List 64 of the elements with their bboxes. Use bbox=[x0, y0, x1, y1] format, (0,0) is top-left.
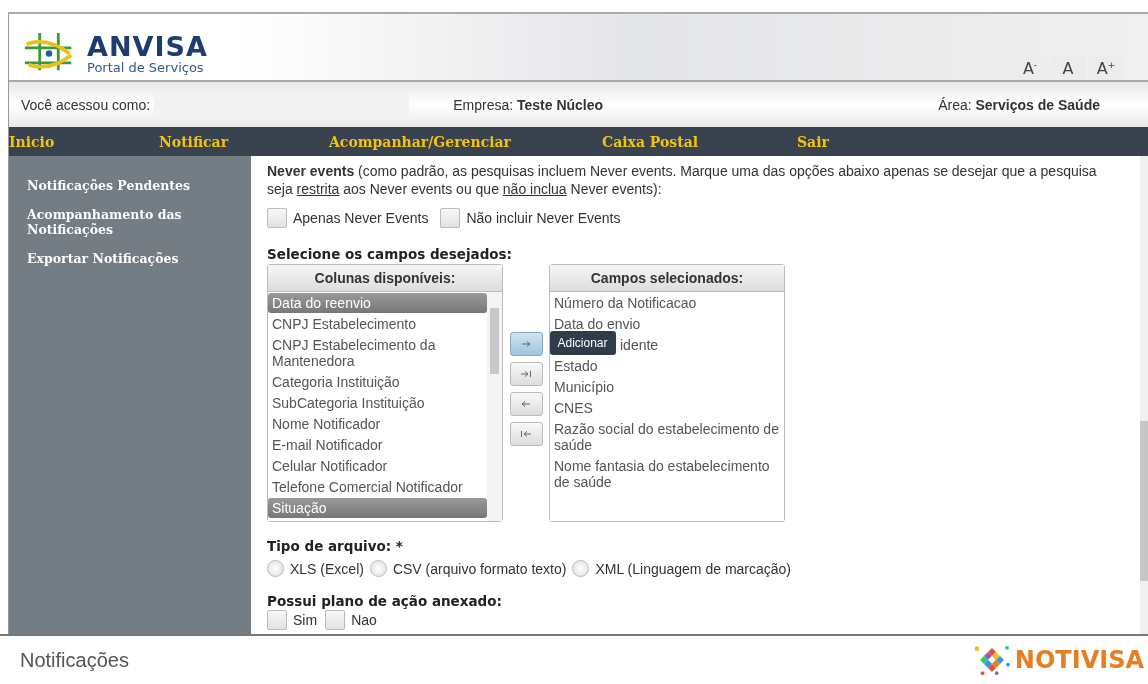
move-button[interactable] bbox=[509, 332, 543, 356]
move-button[interactable] bbox=[509, 422, 543, 446]
sidebar-link[interactable]: Exportar Notificações bbox=[27, 251, 207, 266]
logo-title: ANVISA bbox=[87, 32, 208, 61]
nav-link[interactable]: Sair bbox=[797, 133, 829, 150]
list-item[interactable]: Data do reenvio bbox=[268, 293, 487, 313]
radio-button[interactable] bbox=[572, 560, 590, 577]
right-arrow-bar-icon bbox=[520, 370, 532, 378]
section-title: Possui plano de ação anexado: bbox=[267, 593, 503, 609]
footer-title: Notificações bbox=[20, 648, 129, 672]
logo-subtitle: Portal de Serviços bbox=[87, 60, 205, 75]
scrollbar[interactable] bbox=[487, 292, 502, 521]
list-item[interactable]: CNES bbox=[550, 398, 784, 418]
user-label: Você acessou como: bbox=[21, 96, 151, 113]
checkbox[interactable] bbox=[267, 610, 287, 630]
radio-label: XLS (Excel) bbox=[290, 560, 364, 577]
move-button[interactable] bbox=[509, 392, 543, 416]
list-header: Campos selecionados: bbox=[550, 265, 784, 292]
scrollbar[interactable] bbox=[1140, 156, 1148, 634]
list-item[interactable]: SubCategoria Instituição bbox=[268, 393, 487, 413]
list-header: Colunas disponíveis: bbox=[268, 265, 502, 292]
list-item[interactable]: CNPJ Estabelecimento bbox=[268, 314, 487, 334]
sidebar-link[interactable]: Notificações Pendentes bbox=[27, 178, 207, 193]
sidebar-link[interactable]: Acompanhamento das Notificações bbox=[27, 207, 207, 237]
area-text: Área: Serviços de Saúde bbox=[938, 96, 1100, 113]
list-item[interactable]: Razão social do estabelecimento de saúde bbox=[550, 419, 784, 455]
company-text: Empresa: Teste Núcleo bbox=[453, 96, 604, 113]
checkbox[interactable] bbox=[267, 208, 287, 228]
checkbox-label: Apenas Never Events bbox=[293, 210, 429, 226]
list-item[interactable]: Categoria Instituição bbox=[268, 372, 487, 392]
section-title: Tipo de arquivo: * bbox=[267, 538, 404, 554]
checkbox[interactable] bbox=[440, 208, 461, 228]
list-item[interactable]: Nome fantasia do estabelecimento de saúde bbox=[550, 456, 784, 492]
list-item[interactable]: E-mail Notificador bbox=[268, 435, 487, 455]
checkbox-label: Sim bbox=[293, 612, 318, 628]
list-item[interactable]: Situação bbox=[268, 498, 487, 518]
nav-link[interactable]: Acompanhar/Gerenciar bbox=[329, 133, 602, 150]
list-item[interactable]: Número da Notificacao bbox=[550, 293, 784, 313]
nav-link[interactable]: Caixa Postal bbox=[602, 133, 797, 150]
radio-button[interactable] bbox=[369, 560, 387, 577]
nav-link[interactable]: Notificar bbox=[159, 133, 329, 150]
radio-label: CSV (arquivo formato texto) bbox=[392, 560, 567, 577]
logo-icon bbox=[972, 644, 1011, 676]
list-item[interactable]: Município bbox=[550, 377, 784, 397]
list-item[interactable]: Telefone Comercial Notificador bbox=[268, 477, 487, 497]
list-item[interactable]: Celular Notificador bbox=[268, 456, 487, 476]
list-item[interactable]: Data do envio bbox=[550, 314, 784, 334]
right-arrow-icon bbox=[520, 340, 532, 348]
logo-text: NOTIVISA bbox=[1014, 646, 1144, 674]
left-arrow-bar-icon bbox=[520, 430, 532, 438]
never-events-text: Never events (como padrão, as pesquisas incluem Never events. Marque uma das opções abaixo apenas se desejar que a pesquisa seja restrita aos Never events ou que não inclua Never events): bbox=[267, 162, 1097, 198]
list-item[interactable]: CNPJ Estabelecimento da Mantenedora bbox=[268, 335, 487, 371]
checkbox-label: Nao bbox=[351, 612, 377, 628]
checkbox-label: Não incluir Never Events bbox=[466, 210, 621, 226]
list-item[interactable]: Nome Notificador bbox=[268, 414, 487, 434]
move-button[interactable] bbox=[509, 362, 543, 386]
nav-link[interactable]: Inicio bbox=[9, 133, 159, 150]
radio-label: XML (Linguagem de marcação) bbox=[595, 560, 791, 577]
tooltip: Adicionar bbox=[549, 331, 616, 355]
list-item[interactable]: Estado bbox=[550, 356, 784, 376]
section-title: Selecione os campos desejados: bbox=[267, 246, 514, 262]
left-arrow-icon bbox=[520, 400, 532, 408]
checkbox[interactable] bbox=[325, 610, 346, 630]
radio-button[interactable] bbox=[267, 560, 284, 577]
